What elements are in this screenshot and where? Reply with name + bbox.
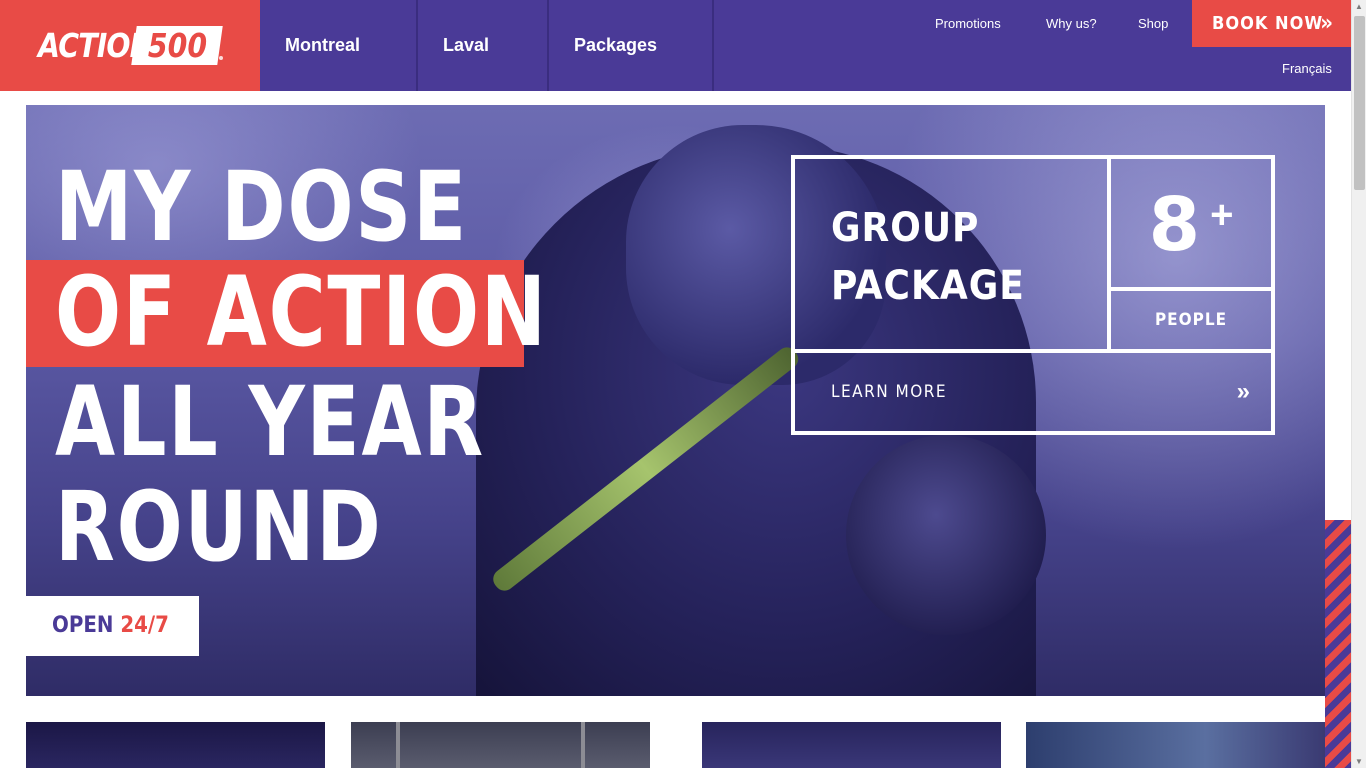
learn-more-label: LEARN MORE xyxy=(831,382,948,402)
double-chevron-right-icon: » xyxy=(1320,11,1333,36)
group-size-count: 8 xyxy=(1148,182,1201,268)
thumbnail-card[interactable] xyxy=(351,722,650,768)
group-package-title: GROUP PACKAGE xyxy=(831,199,1025,315)
logo-number-badge: 500 xyxy=(131,26,223,65)
thumbnail-card[interactable] xyxy=(26,722,325,768)
group-package-title-cell: GROUP PACKAGE xyxy=(795,159,1111,353)
open-label: OPEN xyxy=(52,613,114,638)
site-header: ACTION 500 Montreal Laval Packages Promo… xyxy=(0,0,1351,91)
open-hours-badge: OPEN 24/7 xyxy=(26,596,199,656)
group-package-title-line-2: PACKAGE xyxy=(831,263,1025,309)
thumbnail-card[interactable] xyxy=(702,722,1001,768)
group-package-card[interactable]: GROUP PACKAGE 8 + PEOPLE LEARN MORE » xyxy=(791,155,1275,435)
logo-registered-mark xyxy=(219,56,223,60)
scroll-down-arrow-icon[interactable]: ▼ xyxy=(1355,757,1363,766)
double-chevron-right-icon: » xyxy=(1236,378,1251,405)
why-us-link[interactable]: Why us? xyxy=(1046,16,1097,31)
hero-player-knee xyxy=(846,435,1046,635)
open-hours-value: 24/7 xyxy=(120,613,169,638)
vertical-scrollbar[interactable]: ▲ ▼ xyxy=(1351,0,1366,768)
group-size-cell: 8 + xyxy=(1111,159,1271,291)
striped-decoration xyxy=(1325,520,1351,768)
headline-line-1: MY DOSE xyxy=(55,151,469,263)
headline-line-2: OF ACTION xyxy=(55,256,548,368)
promotions-link[interactable]: Promotions xyxy=(935,16,1001,31)
group-size-unit: PEOPLE xyxy=(1111,291,1271,353)
nav-item-laval[interactable]: Laval xyxy=(418,0,549,91)
group-size-plus: + xyxy=(1210,193,1234,237)
thumbnail-card[interactable] xyxy=(1026,722,1325,768)
language-switch-link[interactable]: Français xyxy=(1282,61,1332,76)
headline-line-3: ALL YEAR xyxy=(55,366,486,478)
shop-link[interactable]: Shop xyxy=(1138,16,1168,31)
nav-item-packages[interactable]: Packages xyxy=(549,0,714,91)
headline-line-4: ROUND xyxy=(55,471,383,583)
logo-link[interactable]: ACTION 500 xyxy=(0,0,260,91)
group-package-title-line-1: GROUP xyxy=(831,205,980,251)
logo-number: 500 xyxy=(147,26,207,65)
scrollbar-thumb[interactable] xyxy=(1354,16,1365,190)
scroll-up-arrow-icon[interactable]: ▲ xyxy=(1355,2,1363,11)
book-now-label: BOOK NOW xyxy=(1212,13,1324,34)
hero-banner: MY DOSE OF ACTION ALL YEAR ROUND OPEN 24… xyxy=(26,105,1325,696)
nav-item-montreal[interactable]: Montreal xyxy=(260,0,418,91)
learn-more-link[interactable]: LEARN MORE » xyxy=(795,353,1271,431)
book-now-button[interactable]: BOOK NOW » xyxy=(1192,0,1351,47)
